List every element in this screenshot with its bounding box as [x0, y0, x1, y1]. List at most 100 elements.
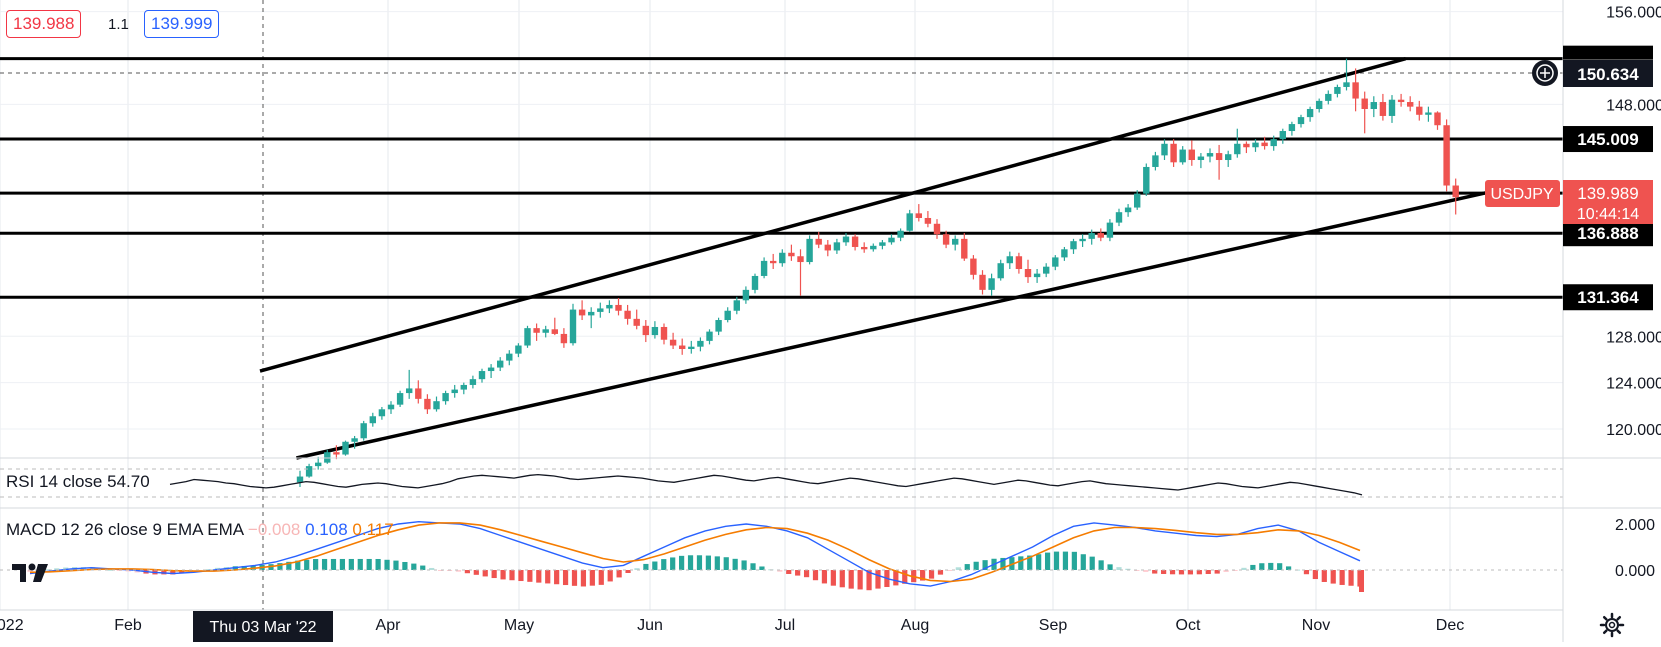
candle-body — [515, 345, 522, 354]
candle — [1425, 106, 1432, 122]
macd-hist-bar — [821, 570, 828, 584]
macd-hist-bar — [839, 570, 845, 588]
macd-hist-bar — [1321, 570, 1327, 582]
candle — [888, 234, 895, 245]
candle-body — [770, 260, 777, 264]
macd-hist-bar — [714, 556, 720, 570]
macd-hist-bar — [393, 560, 399, 570]
macd-hist-bar — [571, 570, 578, 586]
candle — [1097, 228, 1104, 242]
candle — [806, 235, 813, 265]
candle — [1279, 128, 1286, 144]
candle-body — [1388, 99, 1396, 116]
candle — [1407, 96, 1414, 112]
candle — [1243, 141, 1250, 154]
macd-hist-bar — [786, 570, 792, 574]
candle — [833, 238, 841, 254]
candle — [870, 243, 877, 252]
candle-body — [651, 326, 659, 336]
candle — [1170, 139, 1177, 167]
candle-body — [442, 393, 449, 402]
macd-hist-bar — [1062, 551, 1069, 570]
candle — [1115, 208, 1123, 227]
macd-hist-bar — [1080, 554, 1086, 570]
candle — [1124, 204, 1132, 217]
gear-icon[interactable] — [1599, 612, 1625, 638]
candle — [660, 323, 668, 345]
macd-hist-bar — [402, 561, 408, 570]
candle-body — [1124, 207, 1132, 213]
macd-hist-bar — [304, 559, 310, 570]
chart-stage[interactable]: 120.000 124.000 128.000 148.000 156.000 2.000… — [0, 0, 1661, 642]
macd-label: MACD 12 26 close 9 EMA EMA — [6, 520, 244, 539]
candle-body — [1379, 102, 1387, 116]
candle-body — [606, 304, 613, 309]
crosshair-price-label: 150.634 — [1532, 60, 1653, 87]
candle — [551, 317, 558, 336]
candle-body — [888, 237, 895, 243]
candle-body — [551, 329, 558, 334]
candle-body — [560, 333, 568, 344]
candle — [1443, 119, 1450, 192]
macd-hist-bar — [652, 561, 658, 570]
candle-body — [1225, 154, 1232, 161]
candle — [1188, 140, 1195, 166]
macd-tick-label: 0.000 — [1615, 563, 1655, 580]
candle-body — [979, 274, 986, 290]
macd-hist-bar — [545, 570, 551, 584]
rsi-legend[interactable]: RSI 14 close 54.70 — [6, 472, 150, 492]
time-tick-label: Aug — [901, 617, 929, 634]
candle-body — [833, 242, 841, 251]
macd-hist-bar — [1169, 570, 1176, 575]
candle — [988, 273, 995, 296]
macd-hist-bar — [679, 555, 685, 570]
macd-hist-bar — [1018, 556, 1024, 570]
tradingview-logo-icon[interactable] — [10, 560, 50, 586]
candle — [788, 244, 795, 261]
candle — [760, 257, 768, 279]
candle-body — [915, 213, 922, 218]
candle-body — [870, 245, 877, 250]
macd-hist-bar — [1277, 563, 1283, 570]
candle — [1252, 139, 1259, 152]
candle-body — [1088, 233, 1095, 239]
candle-body — [633, 318, 640, 326]
macd-hist-bar — [670, 557, 676, 570]
candle-body — [578, 309, 586, 316]
candle-body — [387, 404, 395, 410]
candle-body — [851, 236, 859, 247]
candle-body — [1015, 256, 1023, 270]
candle-body — [478, 371, 486, 380]
candle-body — [415, 388, 422, 399]
macd-hist-bar — [313, 559, 319, 570]
macd-hist-bar — [696, 555, 703, 570]
candle — [1015, 252, 1023, 274]
candle — [1325, 90, 1332, 105]
macd-hist-bar — [1359, 570, 1364, 592]
macd-hist-bar — [366, 558, 372, 570]
macd-hist-bar — [1089, 556, 1095, 570]
candle-body — [597, 308, 604, 312]
macd-legend[interactable]: MACD 12 26 close 9 EMA EMA −0.008 0.108 … — [6, 520, 394, 540]
candle-body — [1043, 266, 1050, 274]
macd-hist-bar — [1107, 564, 1113, 570]
candle-body — [779, 252, 786, 264]
macd-hist-bar — [759, 566, 765, 570]
candle-body — [324, 452, 331, 463]
candle-body — [797, 256, 804, 263]
candle — [424, 394, 431, 414]
candle — [406, 369, 413, 399]
macd-hist-bar — [607, 570, 613, 582]
chart-svg[interactable]: 120.000 124.000 128.000 148.000 156.000 2.000… — [0, 0, 1661, 642]
candle-body — [1143, 166, 1150, 194]
crosshair-date-label: Thu 03 Mar '22 — [193, 611, 333, 642]
candle — [451, 384, 458, 398]
candle — [824, 240, 831, 257]
candle-body — [952, 238, 959, 245]
bid-price-box[interactable]: 139.988 — [6, 10, 82, 38]
ask-price-box[interactable]: 139.999 — [144, 10, 220, 38]
macd-hist-bar — [384, 559, 390, 570]
candle — [560, 328, 568, 348]
candle — [851, 234, 859, 251]
candle-body — [1325, 93, 1332, 101]
